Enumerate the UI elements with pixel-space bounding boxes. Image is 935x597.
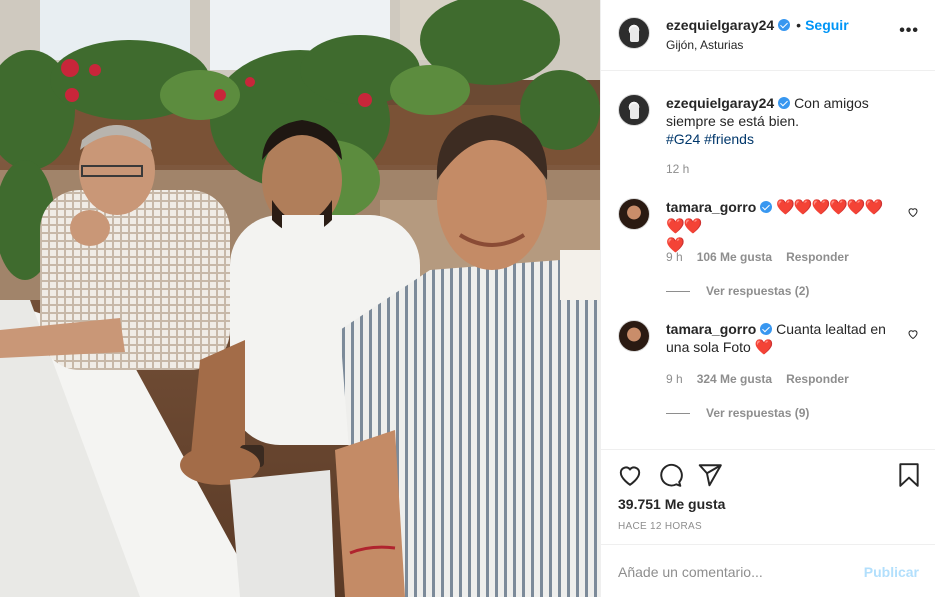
location-link[interactable]: Gijón, Asturias	[666, 38, 743, 52]
comment-meta: 9 h 324 Me gusta Responder	[666, 372, 849, 386]
hashtag-link[interactable]: #G24	[666, 131, 700, 147]
comment-item: tamara_gorro ❤️❤️❤️❤️❤️❤️❤️❤️ ❤️ 9 h 106 …	[618, 198, 919, 298]
comment-emoji: ❤️	[754, 339, 774, 356]
add-comment-bar: Publicar	[601, 544, 935, 597]
more-options-icon[interactable]: •••	[899, 22, 919, 40]
publish-button[interactable]: Publicar	[864, 564, 919, 580]
replies-line	[666, 413, 690, 415]
heart-icon[interactable]	[907, 206, 919, 218]
bookmark-icon[interactable]	[896, 462, 922, 488]
post-actions: 39.751 Me gusta HACE 12 HORAS	[601, 449, 935, 544]
comment-body: tamara_gorro Cuanta lealtad en una sola …	[666, 320, 895, 357]
header-username-row: ezequielgaray24 • Seguir	[666, 17, 849, 33]
view-replies-label: Ver respuestas (9)	[706, 406, 810, 420]
heart-icon[interactable]	[617, 462, 643, 488]
view-replies-label: Ver respuestas (2)	[706, 284, 810, 298]
reply-button[interactable]: Responder	[786, 250, 849, 264]
comment-time[interactable]: 9 h	[666, 372, 683, 386]
post-side-panel: ezequielgaray24 • Seguir Gijón, Asturias •…	[600, 0, 935, 597]
comment-username[interactable]: tamara_gorro	[666, 199, 756, 215]
comment-icon[interactable]	[657, 462, 683, 488]
comment-item: tamara_gorro Cuanta lealtad en una sola …	[618, 320, 919, 420]
post-timestamp[interactable]: HACE 12 HORAS	[618, 521, 702, 532]
avatar[interactable]	[618, 17, 650, 49]
view-replies-button[interactable]: Ver respuestas (9)	[666, 406, 809, 420]
caption-username[interactable]: ezequielgaray24	[666, 95, 774, 111]
heart-icon[interactable]	[907, 328, 919, 340]
comment-username[interactable]: tamara_gorro	[666, 321, 756, 337]
verified-icon	[778, 19, 791, 31]
avatar[interactable]	[618, 320, 650, 352]
share-icon[interactable]	[697, 462, 723, 488]
comments-list[interactable]: ezequielgaray24 Con amigos siempre se es…	[601, 71, 935, 449]
separator-dot: •	[796, 17, 802, 33]
hashtag-link[interactable]: #friends	[704, 131, 754, 147]
view-replies-button[interactable]: Ver respuestas (2)	[666, 284, 809, 298]
comment-time[interactable]: 9 h	[666, 250, 683, 264]
replies-line	[666, 291, 690, 293]
caption-time[interactable]: 12 h	[666, 162, 689, 176]
comment-meta: 9 h 106 Me gusta Responder	[666, 250, 849, 264]
post-photo-illustration	[0, 0, 600, 597]
post-photo[interactable]	[0, 0, 600, 597]
verified-icon	[760, 323, 773, 335]
caption: ezequielgaray24 Con amigos siempre se es…	[618, 94, 919, 184]
reply-button[interactable]: Responder	[786, 372, 849, 386]
post-header: ezequielgaray24 • Seguir Gijón, Asturias •…	[601, 0, 935, 71]
comment-body: tamara_gorro ❤️❤️❤️❤️❤️❤️❤️❤️ ❤️	[666, 198, 895, 255]
comment-likes[interactable]: 324 Me gusta	[697, 372, 772, 386]
comment-likes[interactable]: 106 Me gusta	[697, 250, 772, 264]
comment-input[interactable]	[618, 559, 858, 585]
caption-body: ezequielgaray24 Con amigos siempre se es…	[666, 94, 895, 148]
verified-icon	[778, 97, 791, 109]
likes-count[interactable]: 39.751 Me gusta	[618, 496, 725, 512]
verified-icon	[760, 201, 773, 213]
username-link[interactable]: ezequielgaray24	[666, 17, 774, 33]
avatar[interactable]	[618, 94, 650, 126]
follow-button[interactable]: Seguir	[805, 17, 849, 33]
avatar[interactable]	[618, 198, 650, 230]
